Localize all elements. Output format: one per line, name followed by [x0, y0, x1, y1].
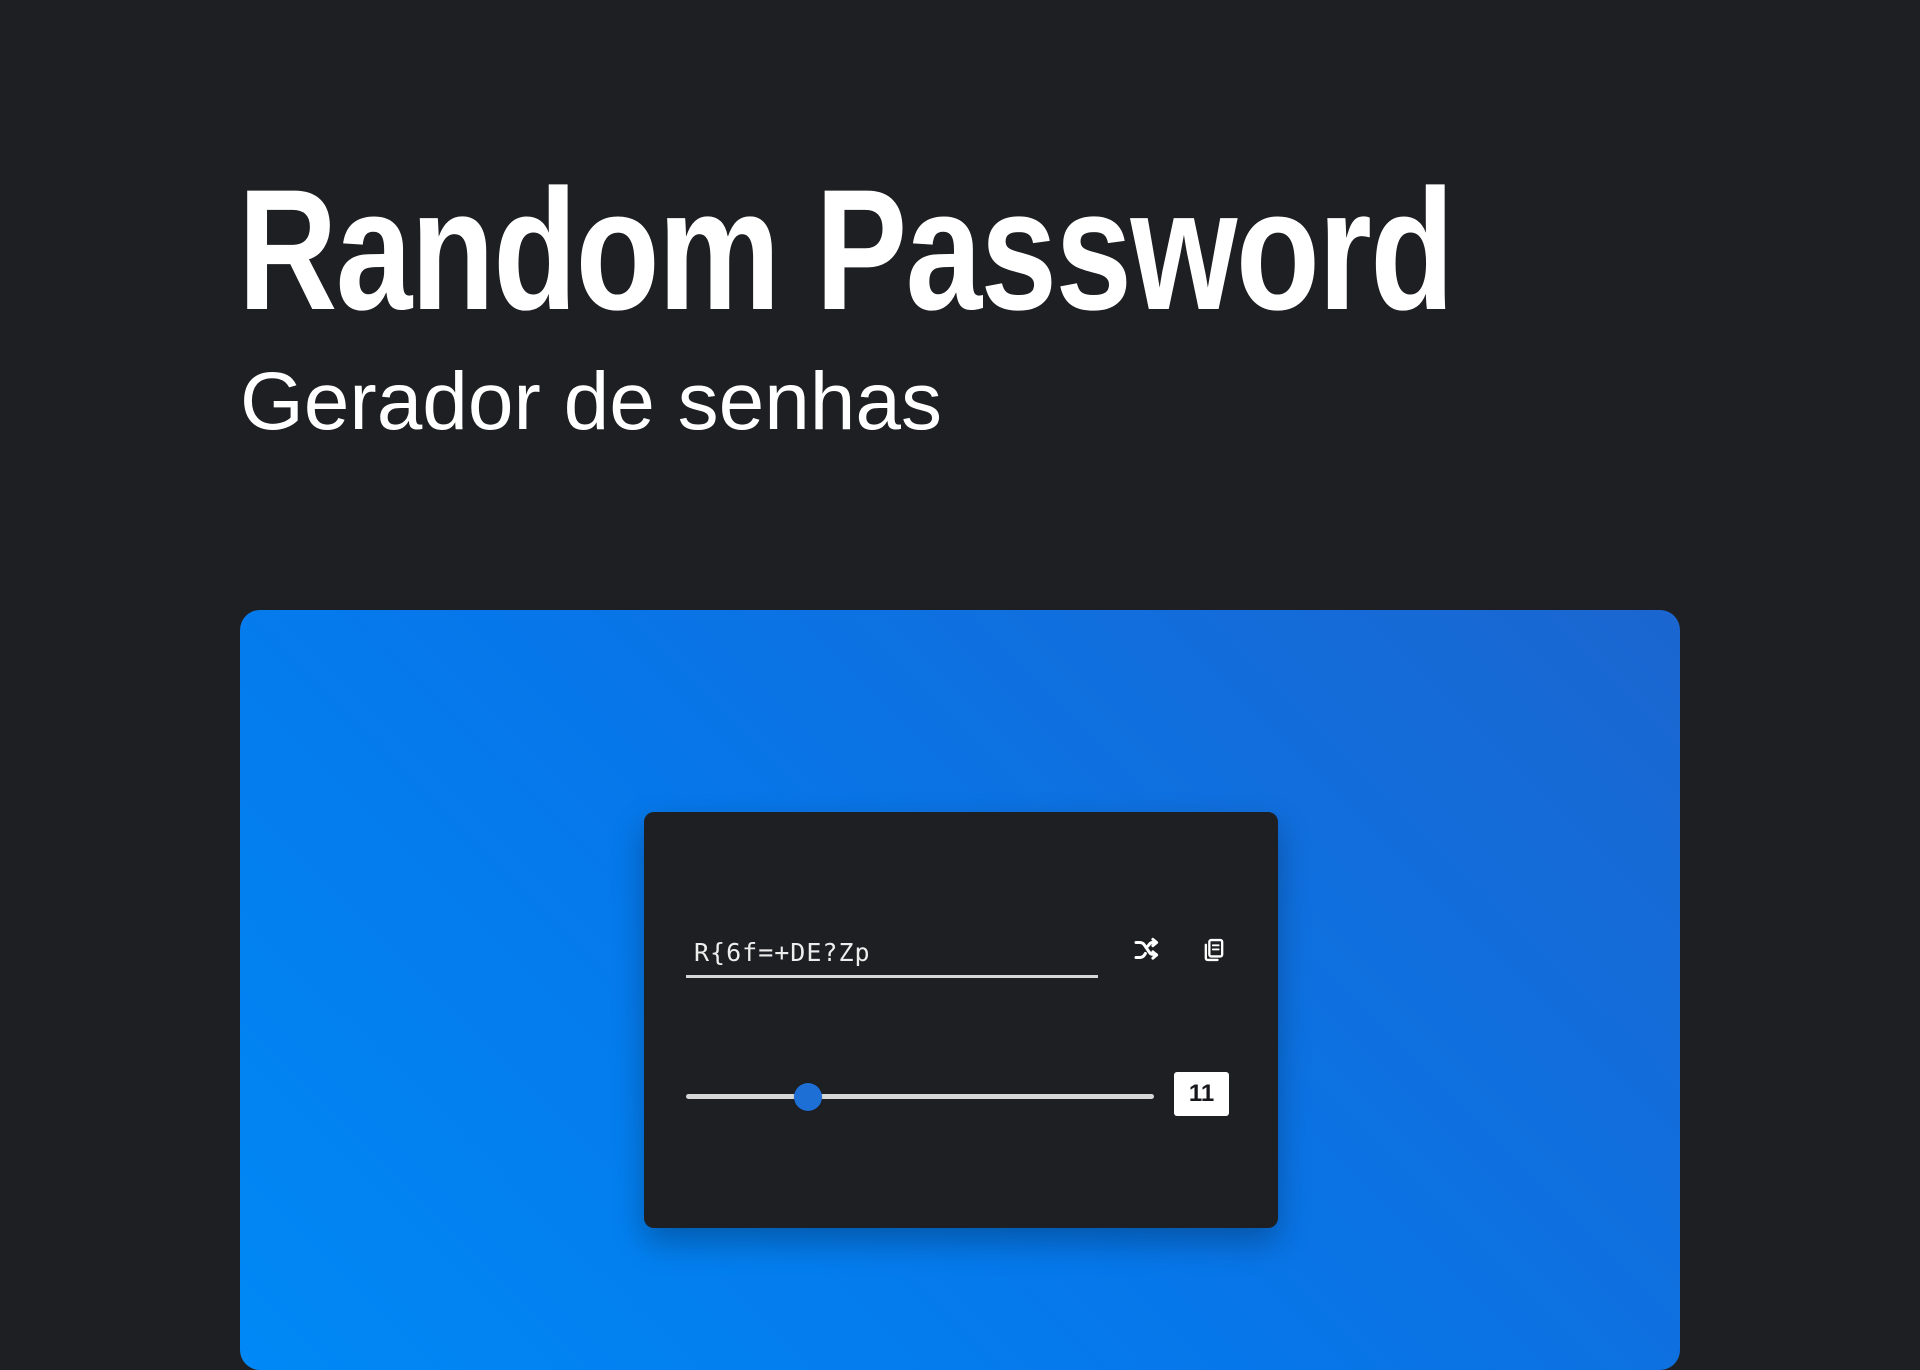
page-subtitle: Gerador de senhas — [240, 356, 943, 447]
password-value[interactable]: R{6f=+DE?Zp — [694, 938, 871, 968]
hero-panel: R{6f=+DE?Zp 11 — [240, 610, 1680, 1370]
slider-thumb[interactable] — [793, 1083, 822, 1111]
slider-track[interactable] — [686, 1094, 1154, 1099]
length-slider[interactable] — [686, 1083, 1154, 1111]
page-title: Random Password — [238, 154, 1454, 346]
shuffle-button[interactable] — [1128, 932, 1164, 968]
length-value-badge: 11 — [1174, 1072, 1229, 1116]
copy-icon — [1204, 938, 1224, 962]
password-field[interactable]: R{6f=+DE?Zp — [686, 928, 1098, 978]
password-generator-card: R{6f=+DE?Zp 11 — [644, 812, 1278, 1228]
copy-button[interactable] — [1196, 932, 1232, 968]
shuffle-icon — [1134, 937, 1159, 960]
